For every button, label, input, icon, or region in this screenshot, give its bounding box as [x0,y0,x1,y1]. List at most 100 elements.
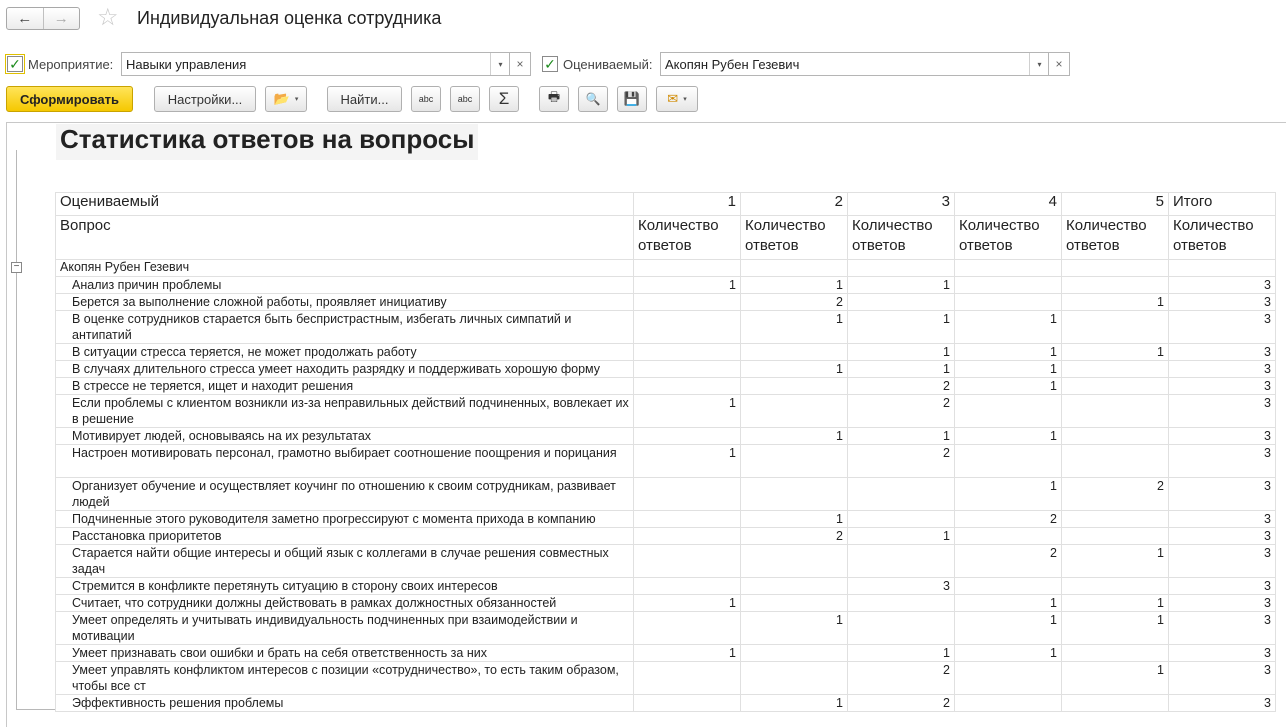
search-next-icon[interactable]: abc [411,86,441,112]
table-row[interactable]: Старается найти общие интересы и общий я… [55,544,1276,578]
window-title: Индивидуальная оценка сотрудника [137,8,442,28]
count-cell: 1 [847,310,955,344]
count-cell: 1 [740,360,848,378]
count-cell [633,343,741,361]
collapse-group-icon[interactable]: − [11,262,22,273]
count-cell [1061,310,1169,344]
settings-button[interactable]: Настройки... [154,86,256,112]
question-cell: В ситуации стресса теряется, не может пр… [55,343,634,361]
count-cell [740,644,848,662]
table-row[interactable]: Эффективность решения проблемы 1 2 3 [55,694,1276,712]
count-cell: 1 [847,276,955,294]
event-clear-icon[interactable]: × [509,52,531,76]
count-cell: 2 [954,510,1062,528]
question-cell: Мотивирует людей, основываясь на их резу… [55,427,634,445]
search-prev-icon[interactable]: abc [450,86,480,112]
count-cell [633,293,741,311]
back-arrow-icon[interactable]: ← [7,8,43,29]
table-row[interactable]: Если проблемы с клиентом возникли из-за … [55,394,1276,428]
count-cell [1061,427,1169,445]
count-cell [740,544,848,578]
question-cell: Настроен мотивировать персонал, грамотно… [55,444,634,478]
preview-icon[interactable]: 🔍 [578,86,608,112]
favorite-star-icon[interactable]: ☆ [97,6,119,30]
count-cell: 1 [633,394,741,428]
count-cell [740,594,848,612]
total-cell: 3 [1168,310,1276,344]
variants-button[interactable]: 📂 ▾ [265,86,307,112]
table-row[interactable]: В стрессе не теряется, ищет и находит ре… [55,377,1276,395]
table-row[interactable]: Расстановка приоритетов 2 1 3 [55,527,1276,545]
table-row[interactable]: Считает, что сотрудники должны действова… [55,594,1276,612]
count-cell: 1 [847,360,955,378]
table-row[interactable]: В ситуации стресса теряется, не может пр… [55,343,1276,361]
send-mail-button[interactable]: ✉ ▾ [656,86,698,112]
count-cell: 1 [954,427,1062,445]
total-cell: 3 [1168,661,1276,695]
count-cell: 1 [633,444,741,478]
save-icon[interactable]: 💾 [617,86,647,112]
header-cell: Количество ответов [847,215,955,260]
total-cell: 3 [1168,343,1276,361]
count-cell: 1 [740,510,848,528]
evaluated-dropdown-icon[interactable]: ▾ [1029,53,1049,75]
total-cell: 3 [1168,544,1276,578]
count-cell: 1 [954,611,1062,645]
count-cell: 2 [847,661,955,695]
table-row[interactable]: Подчиненные этого руководителя заметно п… [55,510,1276,528]
group-row[interactable]: Акопян Рубен Гезевич [55,259,1276,277]
count-cell: 1 [1061,544,1169,578]
table-row[interactable]: Организует обучение и осуществляет коучи… [55,477,1276,511]
count-cell: 1 [954,343,1062,361]
table-row[interactable]: Умеет управлять конфликтом интересов с п… [55,661,1276,695]
table-row[interactable]: Мотивирует людей, основываясь на их резу… [55,427,1276,445]
count-cell [633,360,741,378]
header-cell: 3 [847,192,955,216]
generate-button[interactable]: Сформировать [6,86,133,112]
count-cell: 1 [954,644,1062,662]
table-row[interactable]: В оценке сотрудников старается быть бесп… [55,310,1276,344]
group-gutter-end [16,709,56,710]
count-cell: 1 [954,310,1062,344]
table-row[interactable]: Умеет признавать свои ошибки и брать на … [55,644,1276,662]
table-row[interactable]: Берется за выполнение сложной работы, пр… [55,293,1276,311]
total-cell: 3 [1168,427,1276,445]
table-row[interactable]: Настроен мотивировать персонал, грамотно… [55,444,1276,478]
evaluated-checkbox[interactable]: ✓ [542,56,558,72]
evaluated-field[interactable]: Акопян Рубен Гезевич ▾ [660,52,1050,76]
event-field[interactable]: Навыки управления ▾ [121,52,511,76]
event-dropdown-icon[interactable]: ▾ [490,53,510,75]
find-button[interactable]: Найти... [327,86,402,112]
table-row[interactable]: Стремится в конфликте перетянуть ситуаци… [55,577,1276,595]
count-cell: 1 [740,611,848,645]
event-label: Мероприятие: [28,57,114,72]
count-cell [847,611,955,645]
header-cell: Количество ответов [954,215,1062,260]
header-cell: 5 [1061,192,1169,216]
sum-icon[interactable]: Σ [489,86,519,112]
count-cell: 1 [633,644,741,662]
count-cell [633,694,741,712]
report-table: Оцениваемый 1 2 3 4 5 Итого Вопрос Колич… [55,192,1276,712]
print-icon[interactable]: 🖶 [539,86,569,112]
header-cell: Количество ответов [1061,215,1169,260]
forward-arrow-icon[interactable]: → [42,8,80,29]
count-cell [954,293,1062,311]
header-cell: 1 [633,192,741,216]
count-cell [633,577,741,595]
question-cell: Старается найти общие интересы и общий я… [55,544,634,578]
table-row[interactable]: Умеет определять и учитывать индивидуаль… [55,611,1276,645]
table-row[interactable]: Анализ причин проблемы 1 1 1 3 [55,276,1276,294]
table-row[interactable]: В случаях длительного стресса умеет нахо… [55,360,1276,378]
count-cell [633,427,741,445]
count-cell: 1 [740,310,848,344]
question-cell: Умеет управлять конфликтом интересов с п… [55,661,634,695]
header-cell: Итого [1168,192,1276,216]
count-cell: 1 [740,427,848,445]
count-cell [1061,444,1169,478]
event-checkbox[interactable]: ✓ [5,54,25,74]
count-cell: 1 [847,343,955,361]
count-cell: 3 [847,577,955,595]
evaluated-clear-icon[interactable]: × [1048,52,1070,76]
total-cell: 3 [1168,694,1276,712]
